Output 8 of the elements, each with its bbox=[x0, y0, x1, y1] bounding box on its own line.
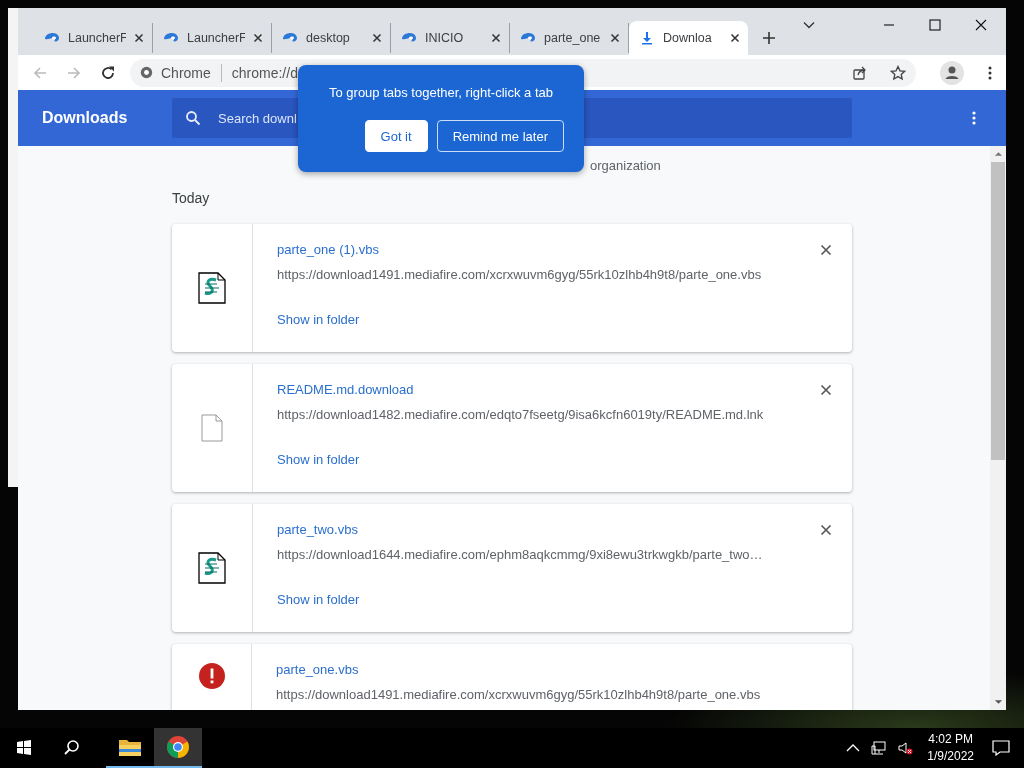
managed-notice: organization bbox=[590, 158, 661, 173]
file-url: https://download1491.mediafire.com/xcrxwuvm6gyg/55rk10zlhb4h9t8/parte_one.vbs bbox=[276, 687, 761, 702]
page-title: Downloads bbox=[42, 109, 129, 127]
file-url: https://download1491.mediafire.com/xcrxwuvm6gyg/55rk10zlhb4h9t8/parte_one.vbs bbox=[277, 267, 762, 282]
file-url: https://download1482.mediafire.com/edqto7fseetg/9isa6kcfn6019ty/README.md.lnk bbox=[277, 407, 764, 422]
section-heading: Today bbox=[172, 190, 211, 206]
file-url: https://download1644.mediafire.com/ephm8aqkcmmg/9xi8ewu3trkwgkb/parte_two… bbox=[277, 547, 763, 562]
tip-text: To group tabs together, right-click a tab bbox=[329, 85, 553, 100]
